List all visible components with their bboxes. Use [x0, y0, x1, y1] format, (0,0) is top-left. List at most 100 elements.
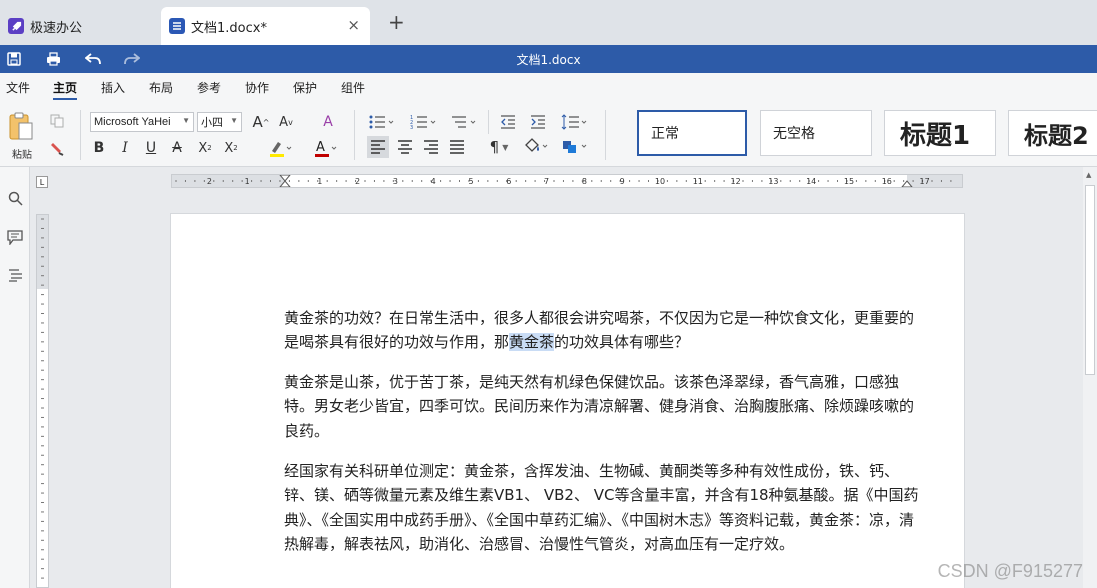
- ruler-label: 10: [655, 177, 665, 186]
- ruler-label: 15: [844, 177, 854, 186]
- menu-bar: 文件 主页 插入 布局 参考 协作 保护 组件: [0, 73, 1097, 100]
- multilevel-list-icon[interactable]: [449, 112, 479, 132]
- clipboard-icon: [9, 112, 33, 140]
- menu-plugins[interactable]: 组件: [341, 79, 365, 96]
- ruler-label: 4: [431, 177, 436, 186]
- ruler-label: 7: [544, 177, 549, 186]
- ruler-label: 11: [693, 177, 703, 186]
- paste-label: 粘贴: [12, 150, 32, 161]
- style-normal[interactable]: 正常: [637, 110, 747, 156]
- ruler-label: 12: [731, 177, 741, 186]
- shading-icon[interactable]: [521, 136, 551, 158]
- document-page[interactable]: 黄金茶的功效？在日常生活中，很多人都很会讲究喝茶，不仅因为它是一种饮食文化，更重…: [170, 213, 965, 588]
- ruler-label: 17: [920, 177, 930, 186]
- line-spacing-icon[interactable]: [560, 112, 590, 132]
- paragraph-1[interactable]: 黄金茶的功效？在日常生活中，很多人都很会讲究喝茶，不仅因为它是一种饮食文化，更重…: [284, 306, 914, 355]
- search-icon[interactable]: [5, 188, 25, 208]
- paste-button[interactable]: [6, 110, 36, 142]
- document-title: 文档1.docx: [516, 53, 581, 67]
- chevron-down-icon: ▼: [182, 116, 190, 125]
- ruler-label: 6: [506, 177, 511, 186]
- paragraph-3[interactable]: 经国家有关科研单位测定：黄金茶，含挥发油、生物碱、黄酮类等多种有效性成份，铁、钙…: [284, 459, 920, 556]
- scroll-up-icon[interactable]: ▲: [1086, 171, 1091, 179]
- svg-text:3: 3: [410, 125, 413, 130]
- ruler-ticks: [37, 215, 48, 579]
- menu-references[interactable]: 参考: [197, 79, 221, 96]
- clear-formatting-icon[interactable]: A: [317, 112, 339, 132]
- italic-icon[interactable]: I: [116, 138, 134, 158]
- separator: [354, 110, 355, 160]
- menu-collaborate[interactable]: 协作: [245, 79, 269, 96]
- numbered-list-icon[interactable]: 123: [409, 112, 439, 132]
- tab-document-label: 文档1.docx*: [191, 20, 267, 36]
- increase-font-icon[interactable]: A ^: [250, 112, 272, 132]
- highlight-color-icon[interactable]: [266, 138, 294, 160]
- ruler-margin: [907, 175, 962, 187]
- align-left-icon[interactable]: [367, 136, 389, 158]
- subscript-icon[interactable]: X2: [220, 138, 242, 158]
- ruler-label: 1: [317, 177, 322, 186]
- svg-text:A: A: [316, 140, 325, 155]
- font-name-select[interactable]: Microsoft YaHei ▼: [90, 112, 194, 132]
- font-size-value: 小四: [201, 117, 223, 129]
- paragraph-3-text: 经国家有关科研单位测定：黄金茶，含挥发油、生物碱、黄酮类等多种有效性成份，铁、钙…: [284, 462, 919, 553]
- font-name-value: Microsoft YaHei: [94, 116, 171, 128]
- paragraph-2[interactable]: 黄金茶是山茶，优于苦丁茶，是纯天然有机绿色保健饮品。该茶色泽翠绿，香气高雅，口感…: [284, 370, 914, 443]
- menu-insert[interactable]: 插入: [101, 79, 125, 96]
- ruler-label: 3: [393, 177, 398, 186]
- vertical-scrollbar[interactable]: ▲: [1083, 167, 1097, 588]
- font-color-icon[interactable]: A: [311, 138, 339, 160]
- tab-home-label: 极速办公: [30, 20, 83, 36]
- comment-icon[interactable]: [5, 227, 25, 247]
- tab-stop-selector[interactable]: L: [36, 176, 48, 188]
- paragraph-mark-icon[interactable]: ¶ ▼: [484, 136, 514, 158]
- ruler-ticks: 2 1 1 2 3 4 5 6 7 8 9 10 11 12 13 14 15 16 17: [172, 174, 962, 188]
- paragraph-2-text: 黄金茶是山茶，优于苦丁茶，是纯天然有机绿色保健饮品。该茶色泽翠绿，香气高雅，口感…: [284, 373, 915, 440]
- ruler-label: 16: [882, 177, 892, 186]
- ruler-margin: [37, 215, 48, 289]
- underline-icon[interactable]: U: [142, 138, 160, 158]
- align-right-icon[interactable]: [420, 136, 442, 158]
- superscript-icon[interactable]: X2: [194, 138, 216, 158]
- tab-home[interactable]: 极速办公: [0, 7, 155, 45]
- menu-file[interactable]: 文件: [6, 79, 30, 96]
- document-icon: [169, 18, 185, 34]
- horizontal-ruler[interactable]: 2 1 1 2 3 4 5 6 7 8 9 10 11 12 13 14 15 16 17: [171, 174, 963, 188]
- align-center-icon[interactable]: [394, 136, 416, 158]
- new-tab-button[interactable]: +: [388, 12, 405, 32]
- copy-icon[interactable]: [48, 112, 66, 130]
- bullet-list-icon[interactable]: [367, 112, 397, 132]
- tab-document[interactable]: 文档1.docx* ×: [161, 7, 370, 45]
- style-no-spacing[interactable]: 无空格: [760, 110, 872, 156]
- ruler-label: 1: [245, 177, 250, 186]
- ruler-label: 5: [468, 177, 473, 186]
- style-heading2[interactable]: 标题2: [1008, 110, 1097, 156]
- separator: [488, 110, 489, 134]
- ribbon: 粘贴 Microsoft YaHei ▼ 小四 ▼ A ^ Av A B I U …: [0, 100, 1097, 167]
- paragraph-1-text-end: 的功效具体有哪些？: [554, 333, 690, 352]
- font-size-select[interactable]: 小四 ▼: [197, 112, 242, 132]
- rocket-icon: [8, 18, 24, 34]
- bold-icon[interactable]: B: [90, 138, 108, 158]
- decrease-font-icon[interactable]: Av: [275, 112, 297, 132]
- selected-text[interactable]: 黄金茶: [509, 333, 555, 352]
- ruler-label: 13: [768, 177, 778, 186]
- navigation-icon[interactable]: [5, 265, 25, 285]
- style-heading1[interactable]: 标题1: [884, 110, 996, 156]
- borders-icon[interactable]: [560, 136, 590, 158]
- vertical-ruler[interactable]: [36, 214, 49, 588]
- format-painter-icon[interactable]: [48, 140, 66, 158]
- justify-icon[interactable]: [446, 136, 468, 158]
- title-bar: 文档1.docx: [0, 45, 1097, 73]
- menu-home[interactable]: 主页: [53, 79, 78, 100]
- close-icon[interactable]: ×: [347, 16, 360, 34]
- decrease-indent-icon[interactable]: [498, 112, 518, 132]
- scrollbar-thumb[interactable]: [1085, 185, 1095, 375]
- tab-bar: 极速办公 文档1.docx* × +: [0, 0, 1097, 45]
- strikethrough-icon[interactable]: A: [168, 138, 186, 158]
- increase-indent-icon[interactable]: [528, 112, 548, 132]
- ruler-label: 9: [620, 177, 625, 186]
- menu-layout[interactable]: 布局: [149, 79, 173, 96]
- chevron-down-icon: ▼: [230, 116, 238, 125]
- menu-protect[interactable]: 保护: [293, 79, 317, 96]
